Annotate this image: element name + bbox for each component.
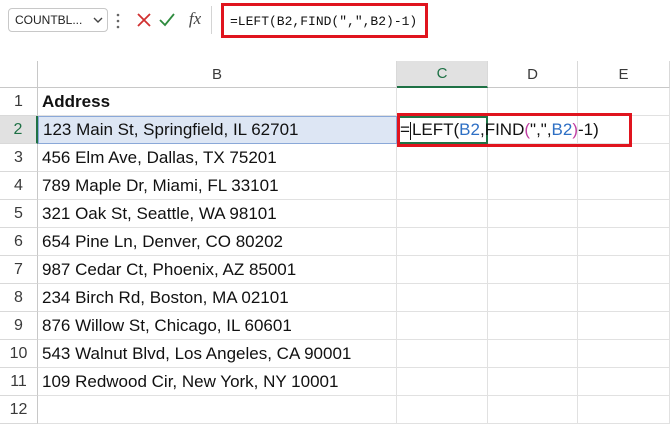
row-header-5[interactable]: 5 [0,200,38,228]
cell-d7[interactable] [488,256,578,284]
cell-b1[interactable]: Address [38,88,397,116]
formula-token-ref-b2-second: B2 [551,120,573,139]
formula-token-ref-b2: B2 [459,120,480,139]
row-header-12[interactable]: 12 [0,396,38,424]
cell-d9[interactable] [488,312,578,340]
column-header-b[interactable]: B [38,61,397,88]
cell-c10[interactable] [397,340,488,368]
row-header-6[interactable]: 6 [0,228,38,256]
row-header-2[interactable]: 2 [0,116,38,144]
cell-d4[interactable] [488,172,578,200]
cell-c4[interactable] [397,172,488,200]
column-header-c[interactable]: C [397,61,488,88]
cell-b10[interactable]: 543 Walnut Blvd, Los Angeles, CA 90001 [38,340,397,368]
cell-e8[interactable] [578,284,670,312]
cell-e10[interactable] [578,340,670,368]
formula-bar-divider [211,6,212,34]
row-header-7[interactable]: 7 [0,256,38,284]
cell-e3[interactable] [578,144,670,172]
cell-e6[interactable] [578,228,670,256]
cell-c1[interactable] [397,88,488,116]
cell-b9[interactable]: 876 Willow St, Chicago, IL 60601 [38,312,397,340]
formula-token-equals: = [400,120,410,139]
cell-d6[interactable] [488,228,578,256]
cell-c6[interactable] [397,228,488,256]
formula-input[interactable]: =LEFT(B2,FIND(",",B2)-1) [224,6,424,36]
name-box-value: COUNTBL... [15,13,83,27]
formula-token-find: ,FIND [479,120,525,139]
cell-e4[interactable] [578,172,670,200]
row-header-8[interactable]: 8 [0,284,38,312]
more-options-icon[interactable] [116,12,120,30]
cell-c7[interactable] [397,256,488,284]
text-caret [409,121,411,140]
cell-b12[interactable] [38,396,397,424]
cell-e9[interactable] [578,312,670,340]
row-header-9[interactable]: 9 [0,312,38,340]
edit-formula: = LEFT(B2,FIND(",",B2)-1) [400,120,599,140]
cell-b7[interactable]: 987 Cedar Ct, Phoenix, AZ 85001 [38,256,397,284]
row-header-10[interactable]: 10 [0,340,38,368]
cell-e11[interactable] [578,368,670,396]
cell-b2[interactable]: 123 Main St, Springfield, IL 62701 [38,116,397,144]
formula-bar: COUNTBL... fx =LEFT(B2,FIND(",",B2)-1) [0,0,670,44]
cell-b11[interactable]: 109 Redwood Cir, New York, NY 10001 [38,368,397,396]
cell-d1[interactable] [488,88,578,116]
chevron-down-icon[interactable] [89,17,107,24]
cell-b4[interactable]: 789 Maple Dr, Miami, FL 33101 [38,172,397,200]
checkmark-icon[interactable] [157,10,177,30]
cell-c5[interactable] [397,200,488,228]
cell-c8[interactable] [397,284,488,312]
cell-d11[interactable] [488,368,578,396]
row-header-11[interactable]: 11 [0,368,38,396]
cell-c3[interactable] [397,144,488,172]
cell-b3[interactable]: 456 Elm Ave, Dallas, TX 75201 [38,144,397,172]
cell-d12[interactable] [488,396,578,424]
name-box[interactable]: COUNTBL... [8,8,108,32]
cell-c11[interactable] [397,368,488,396]
formula-token-tail: -1) [578,120,599,139]
cell-b8[interactable]: 234 Birch Rd, Boston, MA 02101 [38,284,397,312]
cell-c12[interactable] [397,396,488,424]
cell-e5[interactable] [578,200,670,228]
cell-e12[interactable] [578,396,670,424]
cell-e7[interactable] [578,256,670,284]
cell-d10[interactable] [488,340,578,368]
column-header-e[interactable]: E [578,61,670,88]
row-header-3[interactable]: 3 [0,144,38,172]
row-header-1[interactable]: 1 [0,88,38,116]
insert-function-button[interactable]: fx [184,8,206,30]
column-header-d[interactable]: D [488,61,578,88]
cell-d3[interactable] [488,144,578,172]
cell-c2-editing[interactable]: = LEFT(B2,FIND(",",B2)-1) [397,116,599,144]
spreadsheet-grid: B C D E 1 2 3 4 5 6 7 8 9 10 11 12 Addre… [0,61,670,426]
cell-b5[interactable]: 321 Oak St, Seattle, WA 98101 [38,200,397,228]
formula-token-comma-arg: ",", [530,120,552,139]
select-all-corner[interactable] [0,61,38,88]
close-icon[interactable] [134,10,154,30]
row-header-4[interactable]: 4 [0,172,38,200]
cell-d8[interactable] [488,284,578,312]
cell-c9[interactable] [397,312,488,340]
cell-b6[interactable]: 654 Pine Ln, Denver, CO 80202 [38,228,397,256]
cell-e1[interactable] [578,88,670,116]
cell-d5[interactable] [488,200,578,228]
formula-token-left: LEFT( [411,120,460,139]
